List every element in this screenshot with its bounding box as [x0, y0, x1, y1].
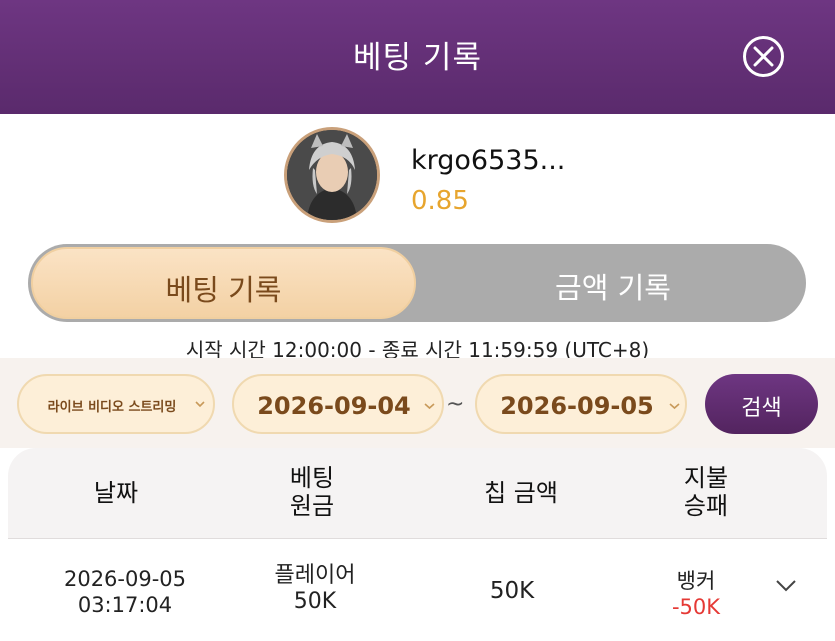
row-datetime: 2026-09-05 03:17:04 [40, 566, 210, 618]
row-bet: 플레이어 50K [250, 563, 380, 615]
row-bet-amount: 50K [293, 589, 337, 614]
date-to-value: 2026-09-05 [500, 392, 654, 420]
date-to-select[interactable]: 2026-09-05 [475, 374, 687, 434]
column-header-date-label: 날짜 [93, 479, 139, 507]
page-title: 베팅 기록 [353, 40, 482, 76]
chevron-down-icon [424, 403, 435, 410]
row-result-side: 뱅커 [676, 569, 716, 593]
column-header-bet-line2: 원금 [289, 492, 335, 520]
avatar [284, 127, 380, 223]
column-header-date: 날짜 [56, 479, 176, 507]
tab-bet-history[interactable]: 베팅 기록 [31, 247, 416, 319]
game-type-value: 라이브 비디오 스트리밍 [47, 400, 177, 415]
column-header-chip-label: 칩 금액 [484, 479, 558, 507]
balance: 0.85 [411, 186, 469, 216]
chevron-down-icon [195, 401, 205, 408]
profile-section: krgo6535... 0.85 [0, 114, 835, 236]
tab-amount-history-label: 금액 기록 [555, 271, 671, 305]
close-button[interactable] [743, 36, 784, 77]
game-type-select[interactable]: 라이브 비디오 스트리밍 [17, 374, 215, 434]
avatar-portrait-icon [287, 130, 377, 220]
search-button-label: 검색 [741, 396, 782, 421]
date-from-value: 2026-09-04 [257, 392, 411, 420]
username: krgo6535... [411, 145, 566, 176]
column-header-payout-line1: 지불 [683, 464, 729, 492]
table-header: 날짜 베팅 원금 칩 금액 지불 승패 [8, 448, 827, 538]
column-header-payout-line2: 승패 [683, 492, 729, 520]
column-header-chip: 칩 금액 [446, 479, 596, 507]
row-date: 2026-09-05 [63, 567, 187, 591]
row-win-loss: -50K [671, 595, 721, 619]
tab-bet-history-label: 베팅 기록 [165, 273, 282, 307]
divider [8, 538, 827, 539]
search-button[interactable]: 검색 [705, 374, 818, 434]
column-header-payout: 지불 승패 [646, 464, 766, 520]
row-chip-amount: 50K [489, 578, 535, 604]
row-payout: 뱅커 -50K [636, 568, 756, 620]
header: 베팅 기록 [0, 0, 835, 114]
column-header-bet-line1: 베팅 [289, 464, 335, 492]
row-time: 03:17:04 [77, 593, 173, 617]
expand-chevron-icon[interactable] [774, 578, 798, 594]
chevron-down-icon [669, 403, 680, 410]
tab-amount-history[interactable]: 금액 기록 [420, 244, 806, 322]
row-bet-side: 플레이어 [274, 563, 356, 588]
column-header-bet: 베팅 원금 [252, 464, 372, 520]
close-icon [753, 46, 774, 67]
tab-bar: 베팅 기록 금액 기록 [28, 244, 806, 322]
date-separator: ~ [446, 392, 465, 417]
date-from-select[interactable]: 2026-09-04 [232, 374, 444, 434]
